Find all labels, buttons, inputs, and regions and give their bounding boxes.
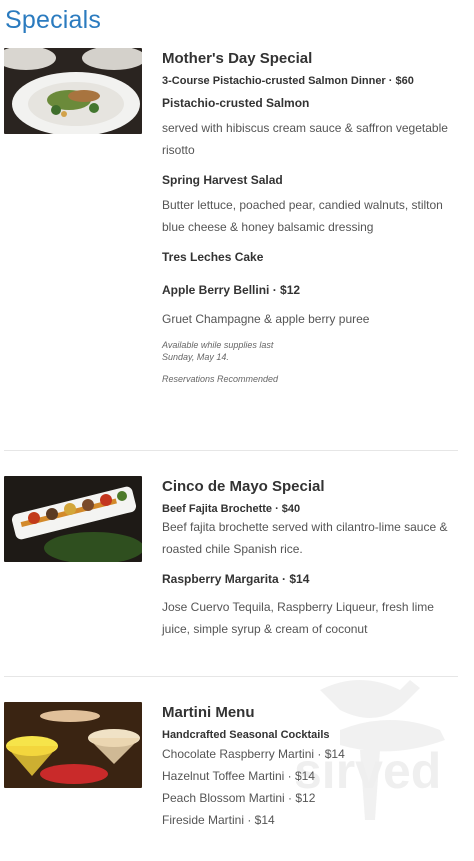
menu-item-name: Pistachio-crusted Salmon: [162, 96, 310, 110]
date-note: Sunday, May 14.: [162, 352, 229, 362]
special-image[interactable]: [4, 476, 142, 562]
special-subtitle: Beef Fajita Brochette · $40: [162, 503, 301, 515]
menu-item-desc: Gruet Champagne & apple berry puree: [162, 312, 370, 326]
menu-item-name: Spring Harvest Salad: [162, 173, 283, 187]
menu-item-desc: Butter lettuce, poached pear, candied wa…: [162, 198, 443, 234]
special-title: Cinco de Mayo Special: [162, 478, 325, 495]
special-image[interactable]: [4, 702, 142, 788]
page-title: Specials: [5, 6, 102, 34]
menu-item-name: Tres Leches Cake: [162, 250, 264, 264]
special-subtitle: 3-Course Pistachio-crusted Salmon Dinner…: [162, 75, 414, 87]
special-title: Mother's Day Special: [162, 50, 313, 67]
reservation-note: Reservations Recommended: [162, 374, 279, 384]
menu-item-desc: served with hibiscus cream sauce & saffr…: [162, 121, 448, 157]
watermark-text: sirved: [294, 743, 442, 799]
special-image[interactable]: [4, 48, 142, 134]
menu-item-desc: Jose Cuervo Tequila, Raspberry Liqueur, …: [162, 600, 434, 636]
special-subtitle-desc: Beef fajita brochette served with cilant…: [162, 520, 448, 556]
fork-knife-icon: [320, 680, 445, 820]
availability-note: Available while supplies last: [162, 340, 274, 350]
sirved-watermark: sirved: [294, 650, 470, 830]
section-divider: [4, 450, 458, 451]
menu-item-name: Raspberry Margarita · $14: [162, 572, 310, 586]
menu-item-name: Apple Berry Bellini · $12: [162, 283, 301, 297]
